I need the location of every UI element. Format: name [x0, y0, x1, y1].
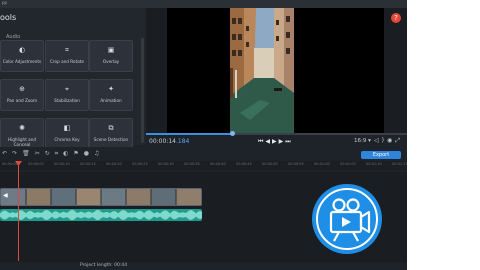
snapshot-icon[interactable]: ◉ [387, 137, 395, 144]
scene-detection-icon: ⧉ [108, 124, 114, 132]
ruler-tick-label: 00:00:05 [28, 162, 44, 166]
tool-color-adjustments[interactable]: ◐ Color Adjustments [0, 40, 44, 72]
ruler-tick-label: 00:00:55 [288, 162, 304, 166]
ruler-tick-label: 00:00:50 [262, 162, 278, 166]
tool-stabilization[interactable]: ⌖ Stabilization [45, 79, 89, 111]
tool-label: Pan and Zoom [6, 98, 38, 103]
tool-label: Crop and Rotate [49, 59, 85, 64]
project-length: Project length: 00:44 [80, 263, 128, 268]
aspect-ratio-select[interactable]: 16:9 ▾ [354, 138, 371, 144]
undo-icon[interactable]: ↶ [2, 150, 12, 157]
ruler-tick-label: 00:01:00 [314, 162, 330, 166]
status-bar: Project length: 00:44 [0, 262, 407, 270]
animation-icon: ✦ [108, 85, 114, 93]
movavi-logo-icon [312, 184, 382, 254]
audio-clip-track[interactable] [0, 209, 202, 221]
tool-animation[interactable]: ✦ Animation [89, 79, 133, 111]
tool-highlight-conceal[interactable]: ✺ Highlight and Conceal [0, 118, 44, 150]
clip-handle-icon[interactable]: ◀ [3, 192, 8, 199]
ruler-tick-label: 00:01:10 [366, 162, 382, 166]
tool-scene-detection[interactable]: ⧉ Scene Detection [89, 118, 133, 150]
tool-label: Animation [100, 98, 122, 103]
playback-progress-knob[interactable] [230, 131, 236, 136]
delete-icon[interactable]: 🗑 [22, 150, 35, 157]
ruler-tick-label: 00:00:35 [184, 162, 200, 166]
export-button[interactable]: Export [361, 151, 401, 159]
tools-panel-title: ools [0, 13, 17, 22]
tool-label: Highlight and Conceal [7, 137, 37, 147]
record-icon[interactable]: ● [84, 150, 94, 157]
redo-icon[interactable]: ↷ [12, 150, 22, 157]
tool-label: Scene Detection [93, 137, 129, 142]
player-right-controls: ◁)◉⤢ [374, 137, 403, 145]
zoom-icon: ⊕ [19, 85, 25, 93]
highlight-icon: ✺ [19, 124, 25, 132]
aspect-ratio-value: 16:9 [354, 138, 367, 144]
ruler-tick-label: 00:00:45 [236, 162, 252, 166]
cut-icon[interactable]: ✂ [35, 150, 45, 157]
help-icon[interactable]: ? [391, 13, 401, 23]
rotate-icon[interactable]: ↻ [45, 150, 55, 157]
tool-chroma-key[interactable]: ◧ Chroma Key [45, 118, 89, 150]
ruler-tick-label: 00:00:15 [80, 162, 96, 166]
playback-progress[interactable] [146, 131, 407, 136]
window-title: pp [2, 0, 8, 5]
tools-scrollbar[interactable] [141, 38, 144, 143]
crop-tool-icon[interactable]: ⌗ [55, 150, 63, 157]
tool-label: Overlay [102, 59, 120, 64]
playback-progress-fill [146, 133, 233, 135]
tool-overlay[interactable]: ▣ Overlay [89, 40, 133, 72]
ruler-tick-label: 00:00:10 [54, 162, 70, 166]
ruler-tick-label: 00:00:25 [132, 162, 148, 166]
tool-label: Chroma Key [54, 137, 80, 142]
overlay-icon: ▣ [107, 46, 115, 54]
ruler-tick-label: 00:00:40 [210, 162, 226, 166]
timeline-tools: ↶↷🗑✂↻⌗◐⚑●♫ [2, 150, 104, 158]
video-frame-venice [230, 8, 294, 133]
video-clip-track[interactable]: ◀ [0, 188, 202, 206]
tool-label: Stabilization [54, 98, 80, 103]
tool-pan-zoom[interactable]: ⊕ Pan and Zoom [0, 79, 44, 111]
ruler-tick-label: 00:00:20 [106, 162, 122, 166]
timecode-main: 00:00:14 [149, 138, 176, 145]
ruler-tick-label: 00:00:00 [2, 162, 18, 166]
tool-label: Color Adjustments [2, 59, 42, 64]
crop-icon: ⌗ [65, 46, 69, 54]
volume-icon[interactable]: ◁) [374, 137, 387, 144]
timecode-frac: .184 [175, 138, 190, 145]
ruler-tick-label: 00:01:15 [392, 162, 407, 166]
playhead[interactable] [18, 161, 19, 261]
transport-controls: ⏮◀▶▶⏭ [258, 138, 293, 146]
tool-crop-rotate[interactable]: ⌗ Crop and Rotate [45, 40, 89, 72]
marker-icon[interactable]: ⚑ [73, 150, 83, 157]
stabilization-icon: ⌖ [65, 85, 69, 93]
ruler-tick-label: 00:01:05 [340, 162, 356, 166]
color-icon[interactable]: ◐ [63, 150, 73, 157]
skip-end-icon[interactable]: ⏭ [285, 138, 292, 145]
fullscreen-icon[interactable]: ⤢ [395, 137, 403, 144]
chevron-down-icon: ▾ [366, 138, 371, 144]
chroma-key-icon: ◧ [63, 124, 71, 132]
color-adjust-icon: ◐ [18, 46, 26, 54]
timecode: 00:00:14.184 [149, 138, 189, 145]
ruler-tick-label: 00:00:30 [158, 162, 174, 166]
audio-icon[interactable]: ♫ [94, 150, 104, 157]
title-bar: pp [0, 0, 407, 8]
play-icon[interactable]: ▶ [272, 138, 279, 145]
tools-panel: ools Audio ◐ Color Adjustments ⌗ Crop an… [0, 8, 146, 150]
